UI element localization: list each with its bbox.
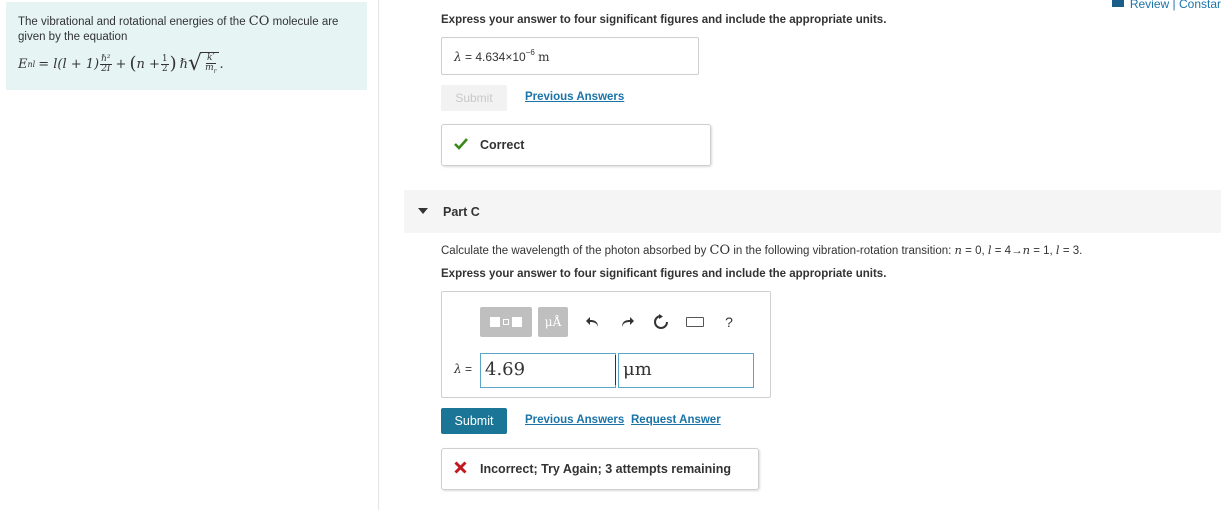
template-small-box-icon bbox=[503, 319, 509, 325]
undo-icon[interactable] bbox=[580, 307, 606, 337]
x-icon bbox=[454, 460, 470, 478]
check-icon bbox=[454, 137, 470, 154]
panel-divider bbox=[378, 0, 379, 510]
rot-fraction: ℏ² 2I bbox=[100, 53, 112, 74]
book-icon bbox=[1111, 0, 1124, 7]
part-c-question: Calculate the wavelength of the photon a… bbox=[441, 243, 1083, 258]
part-b-feedback: Correct bbox=[441, 124, 711, 166]
units-button[interactable]: μÅ bbox=[538, 307, 568, 337]
template-box-icon bbox=[512, 317, 522, 327]
part-c-header[interactable]: Part C bbox=[404, 190, 1221, 233]
half-fraction: 1 2 bbox=[160, 53, 169, 74]
part-b-instruction: Express your answer to four significant … bbox=[441, 14, 887, 26]
templates-button[interactable] bbox=[480, 307, 532, 337]
problem-intro: The vibrational and rotational energies … bbox=[18, 14, 339, 43]
energy-equation: Enl = l(l + 1) ℏ² 2I + ( n + 1 2 ) ℏ √ k… bbox=[18, 50, 224, 76]
editor-toolbar: μÅ ? bbox=[480, 307, 750, 337]
part-c-answer-editor: μÅ ? λ = 4.69 μm bbox=[441, 291, 771, 398]
molecule-formula: CO bbox=[248, 14, 270, 29]
part-b-previous-answers-link[interactable]: Previous Answers bbox=[525, 91, 624, 103]
collapse-triangle-icon bbox=[418, 208, 428, 214]
lambda-label: λ = bbox=[454, 362, 472, 376]
part-c-instruction: Express your answer to four significant … bbox=[441, 268, 887, 280]
unit-input[interactable]: μm bbox=[618, 353, 754, 388]
problem-info-panel: The vibrational and rotational energies … bbox=[6, 2, 367, 90]
part-c-submit-button[interactable]: Submit bbox=[441, 408, 507, 434]
sqrt-term: √ k′ mr bbox=[188, 52, 220, 76]
redo-icon[interactable] bbox=[614, 307, 640, 337]
reset-icon[interactable] bbox=[648, 307, 674, 337]
part-c-feedback: Incorrect; Try Again; 3 attempts remaini… bbox=[441, 448, 759, 490]
text-cursor bbox=[615, 355, 616, 385]
review-constants-link[interactable]: Review | Constar bbox=[1111, 0, 1221, 11]
part-b-submit-button: Submit bbox=[441, 85, 507, 111]
part-b-answer: λ = 4.634×10−6 m bbox=[441, 37, 699, 75]
request-answer-link[interactable]: Request Answer bbox=[631, 414, 721, 426]
keyboard-icon[interactable] bbox=[682, 307, 708, 337]
help-icon[interactable]: ? bbox=[716, 307, 742, 337]
template-box-icon bbox=[490, 317, 500, 327]
value-input[interactable]: 4.69 bbox=[480, 353, 616, 388]
part-c-previous-answers-link[interactable]: Previous Answers bbox=[525, 414, 624, 426]
